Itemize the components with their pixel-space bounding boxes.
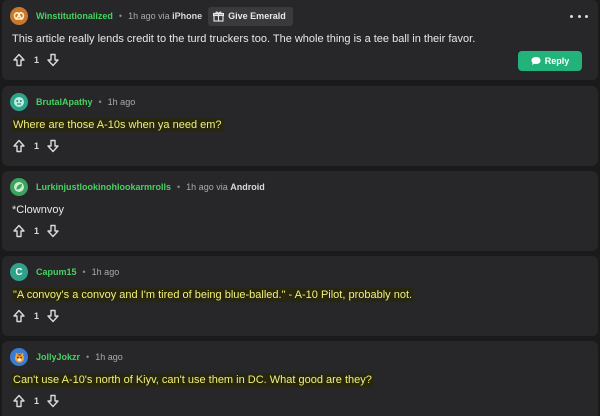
separator-dot: • (177, 182, 181, 192)
comment-author[interactable]: Lurkinjustlookinohlookarmrolls (36, 182, 171, 192)
comment-meta: C Capum15 • 1h ago (10, 262, 119, 282)
give-emerald-label: Give Emerald (228, 11, 286, 21)
comment-time: 1h ago (91, 267, 120, 277)
vote-controls: 1 (12, 138, 60, 154)
comment-time: 1h ago (128, 11, 156, 21)
comment-card: BrutalApathy • 1h ago Where are those A-… (2, 86, 598, 166)
downvote-icon[interactable] (46, 53, 60, 67)
separator-dot: • (98, 97, 102, 107)
separator-dot: • (118, 11, 123, 21)
gift-icon (213, 11, 225, 22)
more-options-icon[interactable] (570, 9, 588, 23)
comment-card: JollyJokzr • 1h ago Can't use A-10's nor… (2, 341, 598, 416)
vote-count: 1 (34, 226, 40, 236)
separator-dot: • (82, 267, 86, 277)
upvote-icon[interactable] (12, 224, 26, 238)
reply-button[interactable]: Reply (518, 51, 582, 71)
comment-card: Lurkinjustlookinohlookarmrolls • 1h ago … (2, 171, 598, 251)
comment-meta: BrutalApathy • 1h ago (10, 92, 135, 112)
comment-card: C Capum15 • 1h ago "A convoy's a convoy … (2, 256, 598, 336)
comment-author[interactable]: Capum15 (36, 267, 77, 277)
upvote-icon[interactable] (12, 139, 26, 153)
comment-card: Winstitutionalized • 1h ago via iPhone G… (2, 0, 598, 80)
upvote-icon[interactable] (12, 394, 26, 408)
vote-controls: 1 (12, 223, 60, 239)
vote-count: 1 (34, 396, 40, 406)
letter-avatar-icon[interactable]: C (10, 263, 28, 281)
comment-text: Can't use A-10's north of Kiyv, can't us… (12, 373, 373, 387)
give-emerald-button[interactable]: Give Emerald (208, 6, 293, 26)
vote-count: 1 (34, 141, 40, 151)
chat-bubble-icon (531, 57, 541, 65)
comments-page: Winstitutionalized • 1h ago via iPhone G… (0, 0, 600, 416)
vote-controls: 1 (12, 308, 60, 324)
tiger-avatar-icon[interactable] (10, 348, 28, 366)
comment-meta: Lurkinjustlookinohlookarmrolls • 1h ago … (10, 177, 265, 197)
comment-text: *Clownvoy (12, 204, 64, 216)
vote-count: 1 (34, 55, 40, 65)
comment-author[interactable]: BrutalApathy (36, 97, 93, 107)
comment-author[interactable]: JollyJokzr (36, 352, 80, 362)
upvote-icon[interactable] (12, 53, 26, 67)
downvote-icon[interactable] (46, 224, 60, 238)
downvote-icon[interactable] (46, 309, 60, 323)
comment-via: via iPhone (158, 11, 203, 21)
pretzel-icon[interactable] (10, 7, 28, 25)
downvote-icon[interactable] (46, 139, 60, 153)
comment-author[interactable]: Winstitutionalized (36, 11, 113, 21)
comment-time: 1h ago (107, 97, 136, 107)
comment-time: 1h ago (186, 182, 214, 192)
comment-via: via Android (216, 182, 265, 192)
leaf-avatar-icon[interactable] (10, 178, 28, 196)
vote-controls: 1 (12, 393, 60, 409)
comment-text: This article really lends credit to the … (12, 33, 476, 45)
comment-meta: JollyJokzr • 1h ago (10, 347, 123, 367)
upvote-icon[interactable] (12, 309, 26, 323)
vote-controls: 1 (12, 52, 60, 68)
comment-meta: Winstitutionalized • 1h ago via iPhone G… (10, 6, 293, 26)
separator-dot: • (86, 352, 90, 362)
comment-text: "A convoy's a convoy and I'm tired of be… (12, 288, 414, 302)
avatar-letter: C (15, 266, 23, 278)
comment-time: 1h ago (95, 352, 123, 362)
vote-count: 1 (34, 311, 40, 321)
comment-text: Where are those A-10s when ya need em? (12, 118, 223, 132)
face-avatar-icon[interactable] (10, 93, 28, 111)
downvote-icon[interactable] (46, 394, 60, 408)
reply-label: Reply (544, 56, 570, 66)
